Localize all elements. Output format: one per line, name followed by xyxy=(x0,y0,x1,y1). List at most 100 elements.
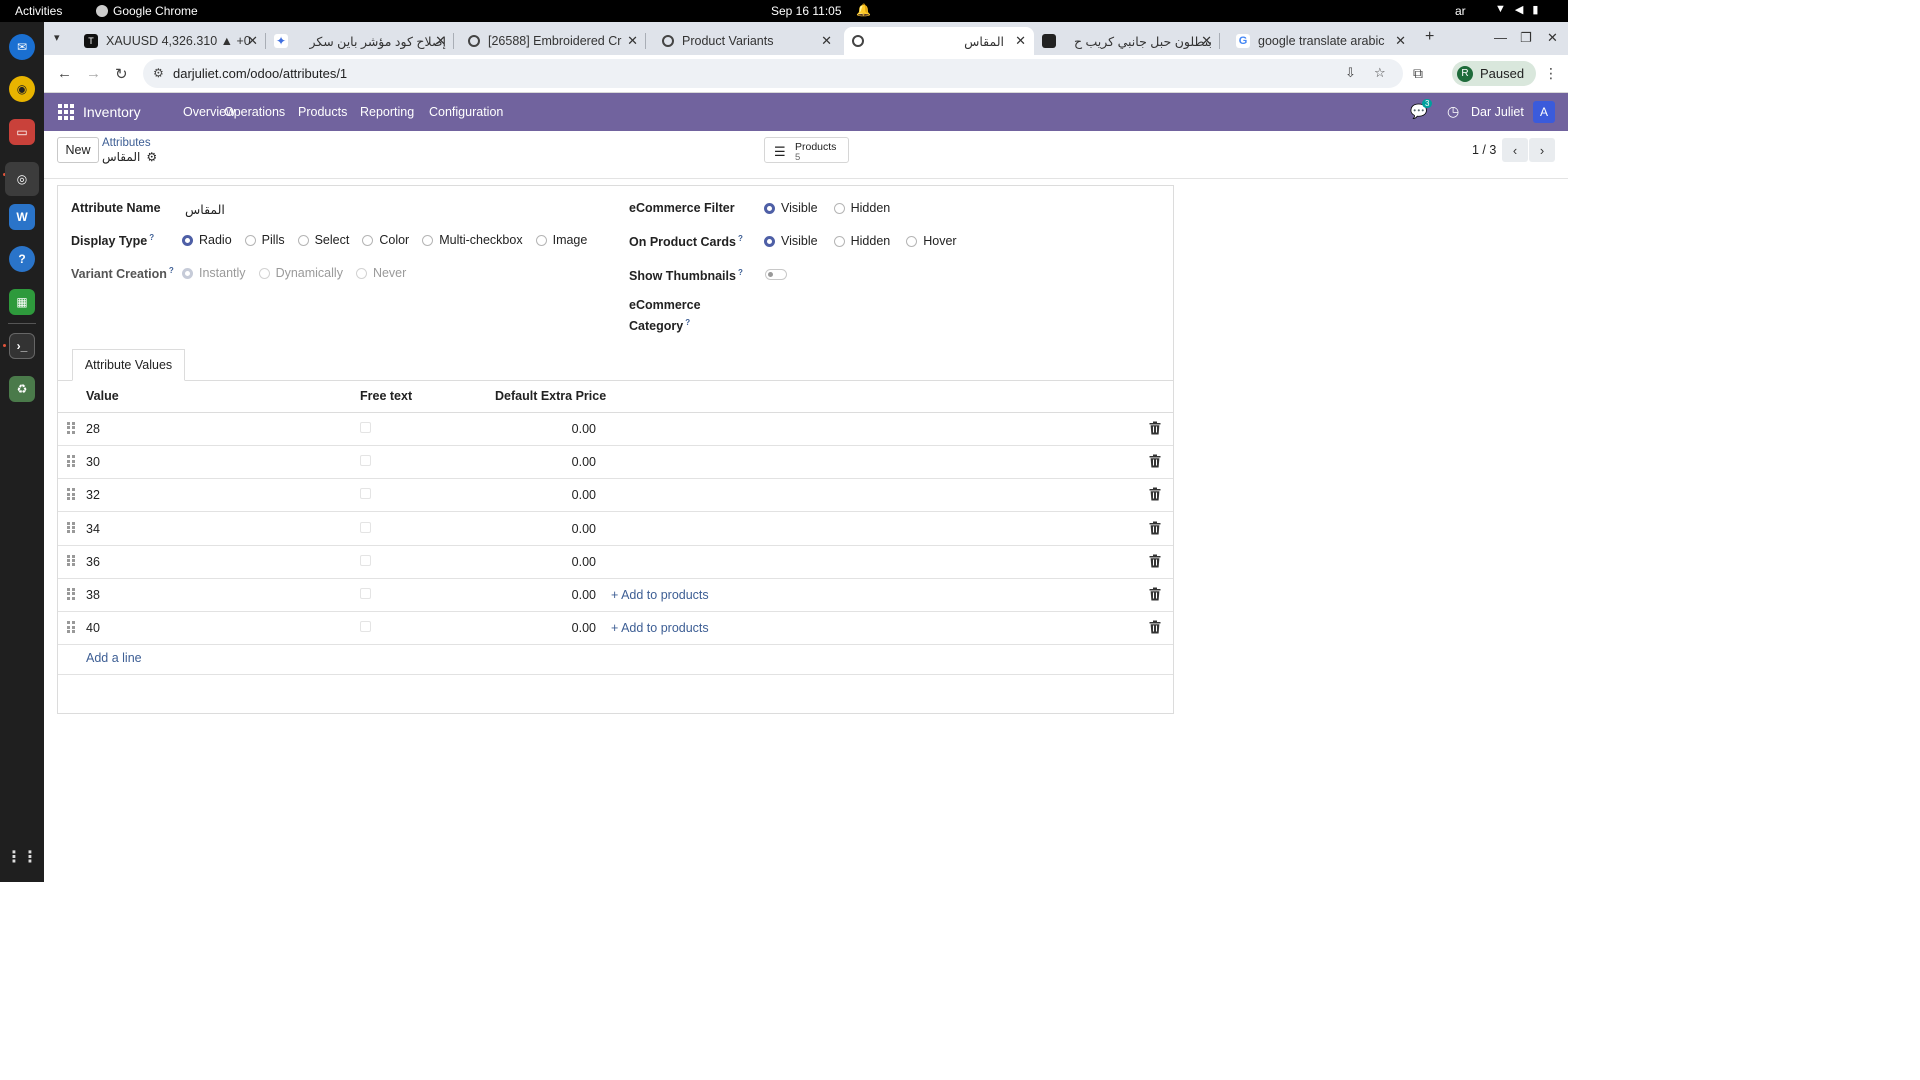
files-icon[interactable]: ▭ xyxy=(9,119,35,145)
breadcrumb-attributes[interactable]: Attributes xyxy=(102,137,151,149)
column-value[interactable]: Value xyxy=(86,389,119,403)
free-text-checkbox[interactable] xyxy=(360,455,371,467)
window-close-icon[interactable]: ✕ xyxy=(1547,30,1558,46)
tab-attribute-values[interactable]: Attribute Values xyxy=(72,349,185,381)
column-default-extra-price[interactable]: Default Extra Price xyxy=(495,389,606,403)
app-switcher-icon[interactable] xyxy=(58,104,74,120)
drag-handle-icon[interactable] xyxy=(67,422,75,434)
thunderbird-icon[interactable]: ✉ xyxy=(9,34,35,60)
table-row[interactable]: 30 0.00 xyxy=(58,446,1173,480)
close-icon[interactable]: ✕ xyxy=(1015,33,1026,49)
products-smart-button[interactable]: ☰ Products 5 xyxy=(764,137,849,163)
url-text[interactable]: darjuliet.com/odoo/attributes/1 xyxy=(173,66,347,81)
table-row[interactable]: 28 0.00 xyxy=(58,413,1173,446)
new-button[interactable]: New xyxy=(57,137,99,163)
radio-filter-hidden[interactable]: Hidden xyxy=(833,201,890,215)
radio-cards-hidden[interactable]: Hidden xyxy=(833,234,890,248)
browser-tab[interactable]: G google translate arabic ✕ xyxy=(1228,27,1414,55)
table-row[interactable]: 32 0.00 xyxy=(58,479,1173,513)
radio-select[interactable]: Select xyxy=(297,233,349,247)
install-app-icon[interactable]: ⇩ xyxy=(1345,65,1356,81)
add-to-products-button[interactable]: + Add to products xyxy=(611,621,709,635)
maximize-icon[interactable]: ❐ xyxy=(1520,30,1532,46)
browser-tab[interactable]: [26588] Embroidered Cr ✕ xyxy=(460,27,646,55)
new-tab-icon[interactable]: + xyxy=(1425,28,1434,46)
add-a-line-link[interactable]: Add a line xyxy=(86,651,142,665)
close-icon[interactable]: ✕ xyxy=(435,33,446,49)
drag-handle-icon[interactable] xyxy=(67,621,75,633)
trash-icon[interactable] xyxy=(1149,421,1161,435)
site-info-icon[interactable]: ⚙ xyxy=(153,66,164,80)
browser-tab[interactable]: Product Variants ✕ xyxy=(654,27,840,55)
radio-filter-visible[interactable]: Visible xyxy=(764,201,818,215)
value-cell[interactable]: 30 xyxy=(86,455,100,469)
system-status-menu[interactable]: ▼ ◀ ▮ xyxy=(1495,3,1538,16)
table-row[interactable]: 38 0.00 + Add to products xyxy=(58,579,1173,612)
close-icon[interactable]: ✕ xyxy=(1395,33,1406,49)
trash-icon[interactable] xyxy=(1149,620,1161,634)
writer-icon[interactable]: W xyxy=(9,204,35,230)
browser-tab[interactable]: ✦ إصلاح كود مؤشر باين سكر ✕ xyxy=(266,27,454,55)
free-text-checkbox[interactable] xyxy=(360,554,371,566)
table-row[interactable]: 36 0.00 xyxy=(58,546,1173,579)
table-row[interactable]: 34 0.00 xyxy=(58,513,1173,546)
gear-icon[interactable]: ⚙ xyxy=(146,150,157,164)
tab-search-icon[interactable]: ▾ xyxy=(54,31,60,44)
pager-value[interactable]: 1 / 3 xyxy=(1472,143,1496,157)
attribute-name-input[interactable]: المقاس xyxy=(185,202,225,217)
browser-tab-active[interactable]: المقاس ✕ xyxy=(844,27,1034,55)
user-avatar[interactable]: A xyxy=(1533,101,1555,123)
trash-icon[interactable] xyxy=(1149,487,1161,501)
activities-button[interactable]: Activities xyxy=(15,4,62,18)
value-cell[interactable]: 40 xyxy=(86,621,100,635)
trash-icon[interactable] xyxy=(1149,587,1161,601)
close-icon[interactable]: ✕ xyxy=(821,33,832,49)
profile-button[interactable]: R Paused xyxy=(1452,61,1537,86)
value-cell[interactable]: 34 xyxy=(86,522,100,536)
chat-icon[interactable]: 💬 3 xyxy=(1410,99,1433,120)
value-cell[interactable]: 32 xyxy=(86,488,100,502)
menu-operations[interactable]: Operations xyxy=(224,105,285,119)
radio-cards-visible[interactable]: Visible xyxy=(764,234,818,248)
drag-handle-icon[interactable] xyxy=(67,488,75,501)
close-icon[interactable]: ✕ xyxy=(627,33,638,49)
radio-radio[interactable]: Radio xyxy=(182,233,232,247)
free-text-checkbox[interactable] xyxy=(360,588,371,599)
radio-image[interactable]: Image xyxy=(535,233,587,247)
browser-menu-icon[interactable]: ⋮ xyxy=(1544,65,1558,82)
extra-price-cell[interactable]: 0.00 xyxy=(572,588,596,602)
help-icon[interactable]: ? xyxy=(9,246,35,272)
value-cell[interactable]: 36 xyxy=(86,555,100,569)
extra-price-cell[interactable]: 0.00 xyxy=(572,621,596,635)
close-icon[interactable]: ✕ xyxy=(1201,33,1212,49)
free-text-checkbox[interactable] xyxy=(360,488,371,500)
minimize-icon[interactable]: — xyxy=(1494,30,1507,45)
extra-price-cell[interactable]: 0.00 xyxy=(572,522,596,536)
extra-price-cell[interactable]: 0.00 xyxy=(572,422,596,436)
free-text-checkbox[interactable] xyxy=(360,422,371,433)
table-row[interactable]: 40 0.00 + Add to products xyxy=(58,612,1173,646)
activity-clock-icon[interactable]: ◷ xyxy=(1447,103,1459,120)
browser-tab[interactable]: T XAUUSD 4,326.310 ▲ +0 ✕ xyxy=(76,27,266,55)
trash-dock-icon[interactable]: ♻ xyxy=(9,376,35,402)
drag-handle-icon[interactable] xyxy=(67,588,75,600)
rhythmbox-icon[interactable]: ◉ xyxy=(9,76,35,102)
company-name[interactable]: Dar Juliet xyxy=(1471,105,1524,119)
trash-icon[interactable] xyxy=(1149,521,1161,535)
add-to-products-button[interactable]: + Add to products xyxy=(611,588,709,602)
menu-products[interactable]: Products xyxy=(298,105,347,119)
trash-icon[interactable] xyxy=(1149,554,1161,568)
app-title[interactable]: Inventory xyxy=(83,104,141,120)
menu-configuration[interactable]: Configuration xyxy=(429,105,503,119)
active-app-menu[interactable]: Google Chrome xyxy=(96,4,198,18)
radio-cards-hover[interactable]: Hover xyxy=(906,234,957,248)
extra-price-cell[interactable]: 0.00 xyxy=(572,455,596,469)
show-thumbnails-toggle[interactable] xyxy=(765,269,787,280)
calc-icon[interactable]: ▦ xyxy=(9,289,35,315)
trash-icon[interactable] xyxy=(1149,454,1161,468)
back-icon[interactable]: ← xyxy=(57,65,72,82)
reload-icon[interactable]: ↻ xyxy=(115,65,128,83)
drag-handle-icon[interactable] xyxy=(67,455,75,467)
show-apps-icon[interactable]: ⋮⋮ xyxy=(6,844,38,870)
input-language[interactable]: ar xyxy=(1455,4,1466,18)
